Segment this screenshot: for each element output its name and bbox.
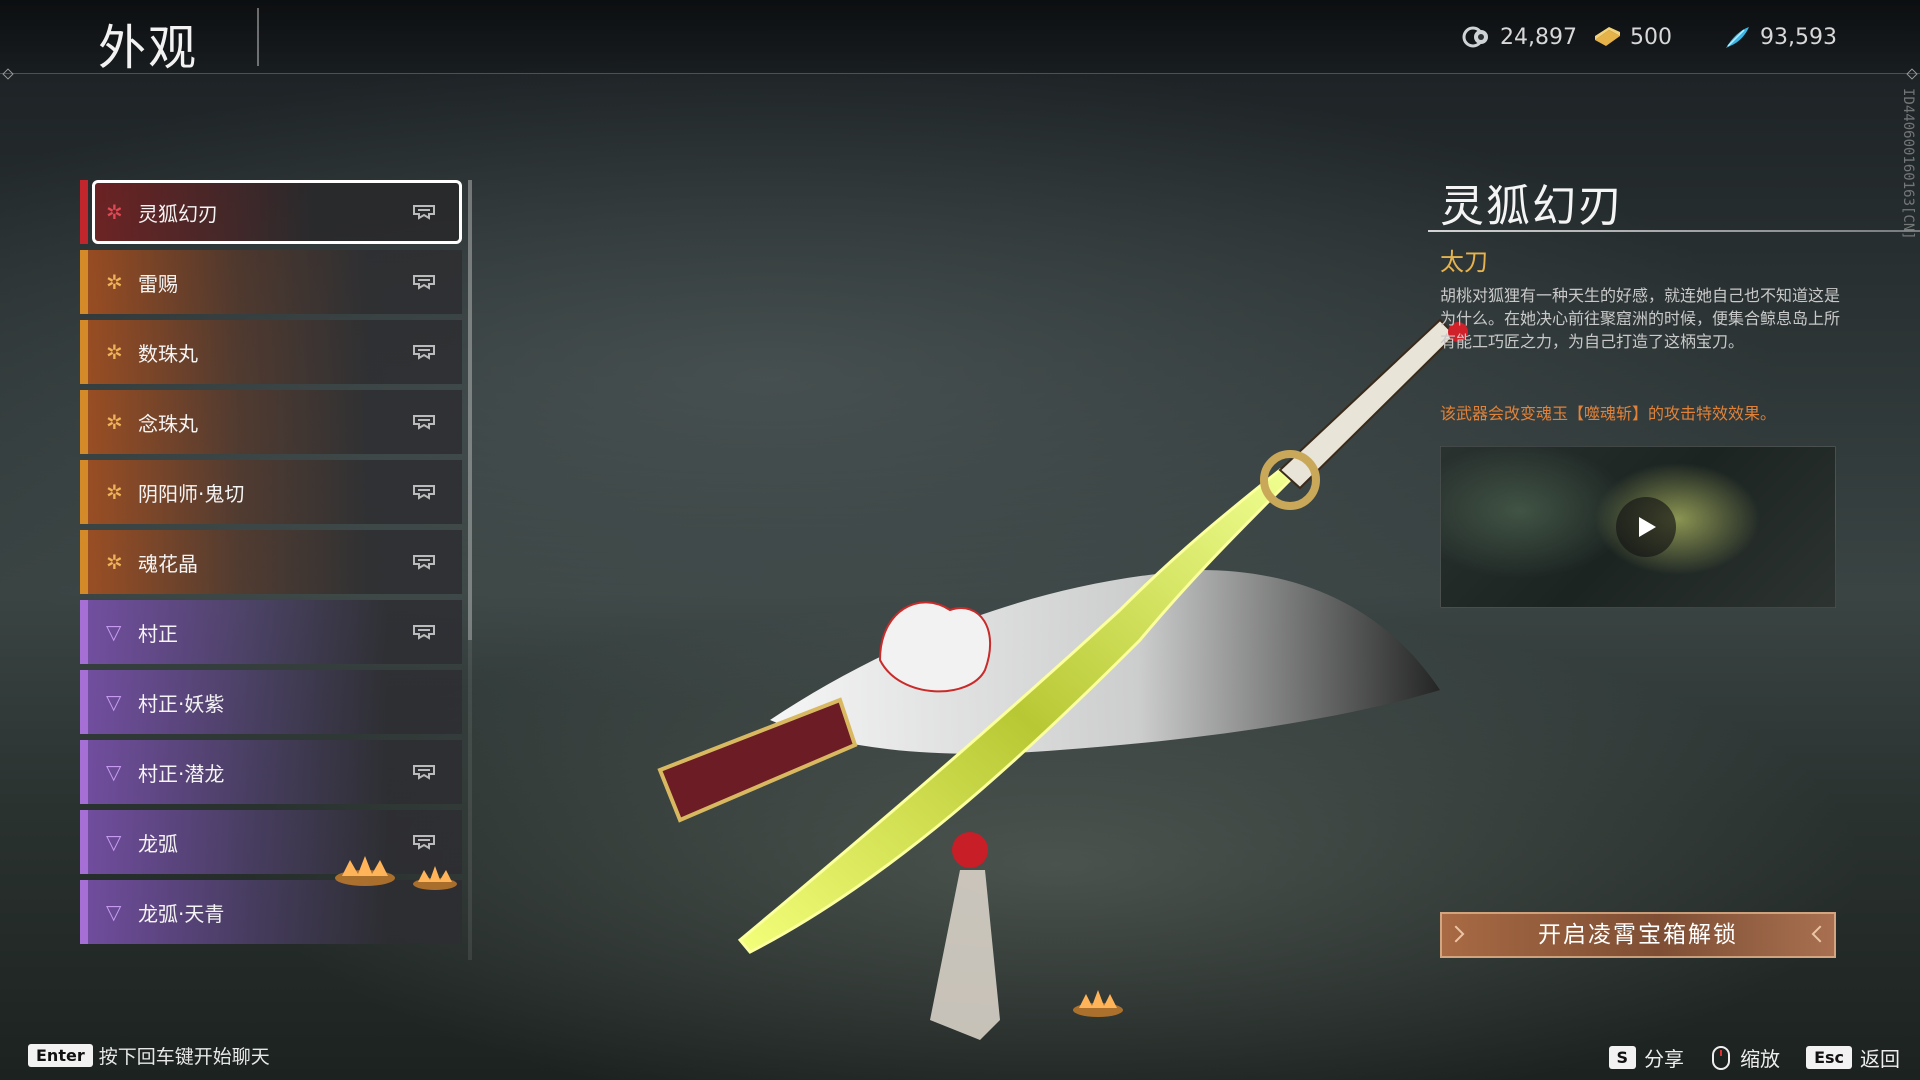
build-id: ID4406001601​63[CN]: [1900, 88, 1916, 240]
wardrobe-icon: [413, 275, 435, 290]
list-item[interactable]: ✲ 念珠丸: [80, 390, 462, 454]
list-item-label: 阴阳师·鬼切: [138, 482, 245, 506]
list-item-label: 村正: [138, 622, 178, 646]
list-item[interactable]: ✲ 雷赐: [80, 250, 462, 314]
rarity-bar: [80, 670, 88, 734]
rarity-star-icon: ✲: [106, 200, 123, 224]
rarity-bar: [80, 530, 88, 594]
currency-feather: 93,593: [1722, 24, 1837, 50]
list-item-label: 数珠丸: [138, 342, 198, 366]
list-item-label: 村正·妖紫: [138, 692, 225, 716]
rarity-bar: [80, 810, 88, 874]
list-item[interactable]: ▽ 村正·潜龙: [80, 740, 462, 804]
share-button[interactable]: S 分享: [1608, 1043, 1685, 1072]
esc-key: Esc: [1806, 1046, 1852, 1069]
feather-icon: [1726, 27, 1749, 48]
title-divider: [257, 8, 259, 66]
rarity-bar: [80, 460, 88, 524]
currency-feather-value: 93,593: [1760, 24, 1837, 50]
top-bar: 外观 24,897 500 93,593: [0, 0, 1920, 76]
back-button[interactable]: Esc 返回: [1806, 1043, 1900, 1072]
fox-mask: [878, 601, 991, 693]
zoom-label: 缩放: [1740, 1047, 1781, 1071]
wardrobe-icon: [413, 555, 435, 570]
list-scrollbar-thumb[interactable]: [468, 180, 472, 640]
zoom-button[interactable]: 缩放: [1710, 1043, 1780, 1072]
list-scrollbar-track[interactable]: [468, 640, 472, 960]
wardrobe-icon: [413, 485, 435, 500]
scabbard-end: [657, 697, 858, 823]
detail-divider: [1428, 230, 1920, 232]
rarity-gem-icon: ▽: [106, 690, 122, 714]
weapon-preview[interactable]: [640, 280, 1520, 1060]
back-label: 返回: [1860, 1047, 1900, 1071]
rarity-bar: [80, 880, 88, 944]
wardrobe-icon: [413, 625, 435, 640]
play-button[interactable]: [1616, 497, 1676, 557]
gold-ingot-icon: [1595, 27, 1620, 46]
lantern-icon: [413, 866, 457, 890]
lantern-icon: [1073, 990, 1123, 1017]
play-icon: [1639, 517, 1656, 537]
skin-list: ✲ 灵狐幻刃 ✲ 雷赐 ✲ 数珠丸 ✲ 念珠丸 ✲ 阴阳师·鬼切 ✲ 魂花晶 ▽…: [80, 180, 462, 960]
tassel-bead: [952, 832, 988, 868]
rarity-bar: [80, 740, 88, 804]
list-item-label: 龙弧·天青: [138, 902, 225, 926]
effect-note: 该武器会改变魂玉【噬魂斩】的攻击特效效果。: [1440, 404, 1777, 423]
tassel: [930, 870, 1000, 1040]
footer-actions: S 分享 缩放 Esc 返回: [1608, 1043, 1900, 1072]
rarity-bar: [80, 320, 88, 384]
currency-spirit-value: 24,897: [1500, 24, 1577, 50]
mouse-icon: [1712, 1045, 1731, 1070]
weapon-type: 太刀: [1440, 248, 1488, 276]
rarity-bar: [80, 180, 88, 244]
preview-video[interactable]: [1440, 446, 1836, 608]
page-title: 外观: [98, 20, 199, 76]
wardrobe-icon: [413, 765, 435, 780]
unlock-button[interactable]: 开启凌霄宝箱解锁: [1440, 912, 1836, 958]
share-label: 分享: [1644, 1047, 1685, 1071]
list-item-label: 灵狐幻刃: [138, 202, 218, 226]
list-item-label: 龙弧: [138, 832, 178, 856]
rarity-gem-icon: ▽: [106, 900, 122, 924]
currency-spirit: 24,897: [1462, 24, 1577, 50]
list-item[interactable]: ▽ 村正: [80, 600, 462, 664]
list-item[interactable]: ✲ 数珠丸: [80, 320, 462, 384]
rarity-star-icon: ✲: [106, 550, 123, 574]
list-item-label: 村正·潜龙: [138, 762, 225, 786]
list-item-label: 魂花晶: [138, 552, 198, 576]
list-item[interactable]: ▽ 龙弧: [80, 810, 462, 874]
rarity-bar: [80, 250, 88, 314]
rarity-gem-icon: ▽: [106, 760, 122, 784]
wardrobe-icon: [413, 205, 435, 220]
chat-hint[interactable]: Enter 按下回车键开始聊天: [28, 1042, 270, 1069]
rarity-star-icon: ✲: [106, 340, 123, 364]
rarity-bar: [80, 600, 88, 664]
rarity-gem-icon: ▽: [106, 620, 122, 644]
list-item[interactable]: ▽ 龙弧·天青: [80, 880, 462, 944]
list-item-label: 念珠丸: [138, 412, 198, 436]
share-key: S: [1608, 1046, 1637, 1069]
list-item-label: 雷赐: [138, 272, 178, 296]
weapon-description: 胡桃对狐狸有一种天生的好感，就连她自己也不知道这是为什么。在她决心前往聚窟洲的时…: [1440, 286, 1841, 351]
enter-key: Enter: [28, 1044, 93, 1067]
currency-gold: 500: [1592, 24, 1672, 50]
rarity-gem-icon: ▽: [106, 830, 122, 854]
rarity-bar: [80, 390, 88, 454]
lantern-icon: [335, 856, 395, 886]
wardrobe-icon: [413, 415, 435, 430]
list-item[interactable]: ✲ 阴阳师·鬼切: [80, 460, 462, 524]
rarity-star-icon: ✲: [106, 410, 123, 434]
wardrobe-icon: [413, 345, 435, 360]
spirit-orb-icon: [1462, 26, 1488, 48]
currency-gold-value: 500: [1630, 24, 1672, 50]
list-item[interactable]: ▽ 村正·妖紫: [80, 670, 462, 734]
list-item[interactable]: ✲ 魂花晶: [80, 530, 462, 594]
chat-hint-label: 按下回车键开始聊天: [98, 1046, 270, 1068]
rarity-star-icon: ✲: [106, 480, 123, 504]
detail-title: 灵狐幻刃: [1440, 181, 1624, 232]
rarity-star-icon: ✲: [106, 270, 123, 294]
wardrobe-icon: [413, 835, 435, 850]
list-item[interactable]: ✲ 灵狐幻刃: [80, 180, 462, 244]
